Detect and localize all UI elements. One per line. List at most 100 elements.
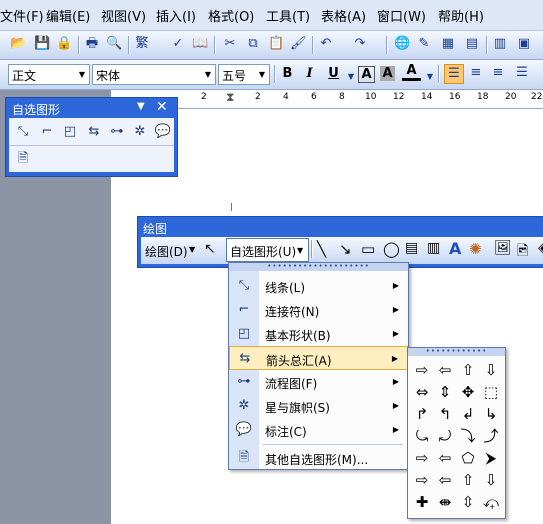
arrow-icon[interactable]: ↘: [339, 240, 352, 258]
menu-item-stars-banners[interactable]: ✲ 星与旗帜(S) ▶: [229, 394, 408, 418]
align-justify-icon[interactable]: ☰: [444, 64, 464, 84]
insert-table-icon[interactable]: ▦: [440, 36, 456, 52]
research-icon[interactable]: 繁: [134, 36, 150, 52]
picture-icon[interactable]: 🖻: [517, 240, 528, 264]
menu-format[interactable]: 格式(O): [208, 6, 254, 25]
block-arrow-shape-icon[interactable]: ⬠: [458, 448, 478, 468]
block-arrow-shape-icon[interactable]: ⇦: [435, 470, 455, 490]
lines-icon[interactable]: ⤡: [14, 123, 32, 141]
save-icon[interactable]: 💾: [34, 36, 50, 52]
columns-icon[interactable]: ▥: [492, 36, 508, 52]
font-size-combo[interactable]: 五号 ▼: [218, 64, 270, 85]
drawing-floating-toolbar[interactable]: 绘图 绘图(D) ▼ ↖ 自选图形(U) ▼ ╲ ↘ ▭ ◯ ▤ ▥ A ✺ 🖼…: [137, 216, 543, 268]
callouts-icon[interactable]: 💬: [154, 123, 172, 141]
open-icon[interactable]: 📂: [10, 36, 26, 52]
font-combo[interactable]: 宋体 ▼: [92, 64, 216, 85]
align-right-icon[interactable]: ≡: [490, 65, 506, 81]
connectors-icon[interactable]: ⌐: [38, 123, 56, 141]
menu-table[interactable]: 表格(A): [321, 6, 366, 25]
basic-shapes-icon[interactable]: ◰: [61, 123, 79, 141]
block-arrow-shape-icon[interactable]: ✚: [412, 492, 432, 512]
hyperlink-icon[interactable]: 🌐: [394, 36, 410, 52]
block-arrow-shape-icon[interactable]: ⇩: [481, 470, 501, 490]
diagram-icon[interactable]: ✺: [469, 240, 482, 258]
autoshapes-menu-button[interactable]: 自选图形(U) ▼: [226, 238, 309, 262]
block-arrow-shape-icon[interactable]: ⇕: [435, 382, 455, 402]
italic-button[interactable]: I: [300, 64, 319, 83]
paste-icon[interactable]: 📋: [268, 36, 284, 52]
format-painter-icon[interactable]: 🖌: [290, 36, 307, 52]
menu-file[interactable]: 文件(F): [0, 6, 44, 25]
undo-icon[interactable]: ↶: [318, 36, 334, 52]
chevron-down-icon[interactable]: ▼: [189, 245, 195, 254]
menu-item-more-autoshapes[interactable]: 🗎 其他自选图形(M)...: [229, 446, 408, 470]
block-arrow-shape-icon[interactable]: ✥: [458, 382, 478, 402]
align-center-icon[interactable]: ≡: [468, 65, 484, 81]
redo-icon[interactable]: ↷: [352, 36, 368, 52]
research-book-icon[interactable]: 📖: [192, 36, 208, 52]
chevron-down-icon[interactable]: ▼: [255, 65, 269, 84]
block-arrow-shape-icon[interactable]: ↱: [412, 404, 432, 424]
autoshapes-floating-toolbar[interactable]: 自选图形 ▼ ✕ ⤡ ⌐ ◰ ⇆ ⊶ ✲ 💬 🗎: [5, 97, 178, 177]
block-arrow-shape-icon[interactable]: ⇩: [481, 360, 501, 380]
menu-item-connectors[interactable]: ⌐ 连接符(N) ▶: [229, 298, 408, 322]
print-preview-icon[interactable]: 🔍: [106, 36, 122, 52]
block-arrow-shape-icon[interactable]: ⇦: [435, 360, 455, 380]
menu-drag-handle[interactable]: ••••••••••••••••••••: [229, 263, 408, 271]
menu-view[interactable]: 视图(V): [101, 6, 146, 25]
block-arrow-shape-icon[interactable]: ⇨: [412, 448, 432, 468]
block-arrow-shape-icon[interactable]: ⇳: [458, 492, 478, 512]
block-arrow-shape-icon[interactable]: ⇨: [412, 470, 432, 490]
block-arrow-shape-icon[interactable]: ⇧: [458, 470, 478, 490]
menu-item-callouts[interactable]: 💬 标注(C) ▶: [229, 418, 408, 442]
menu-edit[interactable]: 编辑(E): [46, 6, 90, 25]
tables-borders-icon[interactable]: ✎: [416, 36, 432, 52]
block-arrow-shape-icon[interactable]: ⤿: [412, 426, 432, 446]
block-arrow-shape-icon[interactable]: ⇦: [435, 448, 455, 468]
menu-help[interactable]: 帮助(H): [438, 6, 484, 25]
block-arrow-shape-icon[interactable]: ⤵: [458, 426, 478, 446]
chevron-down-icon[interactable]: ▼: [343, 69, 359, 85]
insert-excel-icon[interactable]: ▤: [464, 36, 480, 52]
cut-icon[interactable]: ✂: [222, 36, 238, 52]
block-arrow-shape-icon[interactable]: ⇧: [458, 360, 478, 380]
menu-item-basic-shapes[interactable]: ◰ 基本形状(B) ▶: [229, 322, 408, 346]
underline-button[interactable]: U: [324, 64, 343, 83]
oval-icon[interactable]: ◯: [383, 240, 400, 258]
clipart-icon[interactable]: 🖼: [494, 240, 512, 256]
draw-menu-button[interactable]: 绘图(D): [145, 243, 188, 260]
distributed-icon[interactable]: ☰: [514, 65, 530, 81]
block-arrow-shape-icon[interactable]: ⬚: [481, 382, 501, 402]
wordart-icon[interactable]: A: [449, 239, 461, 258]
more-autoshapes-icon[interactable]: 🗎: [14, 150, 32, 168]
block-arrow-shape-icon[interactable]: ⤴: [481, 426, 501, 446]
block-arrow-shape-icon[interactable]: ⇨: [412, 360, 432, 380]
close-icon[interactable]: ✕: [156, 99, 168, 115]
block-arrow-shape-icon[interactable]: ↲: [458, 404, 478, 424]
toolbar-options-icon[interactable]: ▼: [137, 101, 145, 112]
menu-tools[interactable]: 工具(T): [266, 6, 310, 25]
rectangle-icon[interactable]: ▭: [361, 240, 375, 258]
permission-icon[interactable]: 🔒: [56, 36, 72, 52]
block-arrow-shape-icon[interactable]: ⇼: [435, 492, 455, 512]
block-arrow-shape-icon[interactable]: ⤽: [481, 492, 501, 512]
fill-color-icon[interactable]: ◈: [538, 240, 543, 256]
vertical-textbox-icon[interactable]: ▥: [427, 240, 440, 256]
char-border-button[interactable]: A: [358, 66, 375, 83]
menu-insert[interactable]: 插入(I): [156, 6, 196, 25]
indent-marker-icon[interactable]: ⧗: [226, 90, 234, 105]
line-icon[interactable]: ╲: [317, 240, 326, 258]
font-color-button[interactable]: A: [402, 64, 421, 81]
spelling-icon[interactable]: ✓: [170, 36, 186, 52]
block-arrow-shape-icon[interactable]: ⤾: [435, 426, 455, 446]
block-arrow-shape-icon[interactable]: ↳: [481, 404, 501, 424]
drawing-toggle-icon[interactable]: ▣: [516, 36, 532, 52]
style-combo[interactable]: 正文 ▼: [8, 64, 90, 85]
copy-icon[interactable]: ⧉: [245, 36, 261, 52]
chevron-down-icon[interactable]: ▼: [75, 65, 89, 84]
chevron-down-icon[interactable]: ▼: [201, 65, 215, 84]
menu-item-flowchart[interactable]: ⊶ 流程图(F) ▶: [229, 370, 408, 394]
bold-button[interactable]: B: [278, 64, 297, 83]
flowchart-icon[interactable]: ⊶: [108, 123, 126, 141]
menu-item-lines[interactable]: ⤡ 线条(L) ▶: [229, 274, 408, 298]
